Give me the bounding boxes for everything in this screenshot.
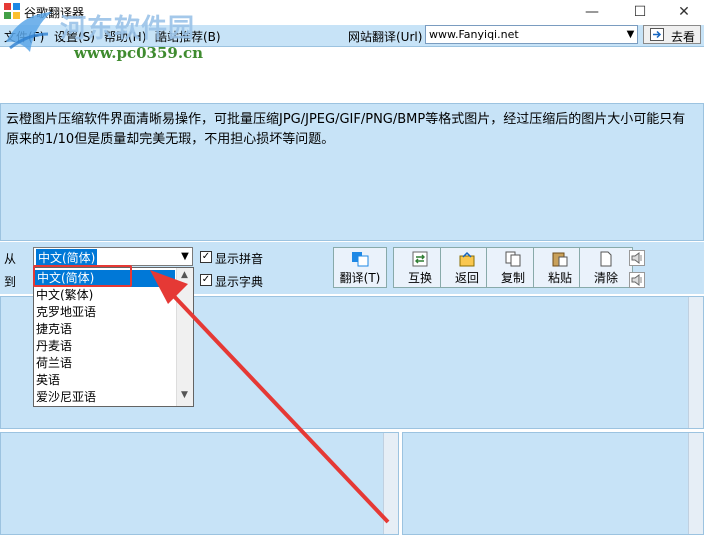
from-language-value: 中文(简体) [36,249,98,266]
chevron-down-icon[interactable]: ▼ [178,248,192,265]
document-icon [600,251,612,267]
copy-button[interactable]: 复制 [486,247,540,288]
paste-icon [552,252,568,267]
maximize-button[interactable]: ☐ [620,0,660,24]
language-option[interactable]: 克罗地亚语 [36,304,96,321]
dictionary-text-area[interactable] [402,432,704,535]
chevron-up-icon[interactable]: ▲ [176,270,193,284]
url-label: 网站翻译(Url) [348,30,423,44]
highlight-box [33,265,132,287]
chevron-down-icon[interactable]: ▼ [176,390,193,404]
show-dict-checkbox[interactable]: ✓ [200,274,212,286]
language-option[interactable]: 捷克语 [36,321,72,338]
go-label: 去看 [671,30,696,44]
result-scrollbar[interactable] [688,297,703,428]
pinyin-scrollbar[interactable] [383,433,398,534]
language-option[interactable]: 爱沙尼亚语 [36,389,96,406]
translate-icon [352,252,369,267]
watermark-title: 河东软件园 [60,14,196,44]
swap-icon [412,251,428,267]
back-icon [459,251,475,267]
translate-label: 翻译(T) [339,271,381,285]
language-option[interactable]: 英语 [36,372,60,389]
swap-button[interactable]: 互换 [393,247,447,288]
dropdown-scrollbar[interactable] [176,268,193,406]
clear-label: 清除 [593,271,618,285]
language-option[interactable]: 中文(繁体) [36,287,93,304]
copy-label: 复制 [500,271,525,285]
url-value: www.Fanyiqi.net [429,28,519,41]
show-pinyin-checkbox[interactable]: ✓ [200,251,212,263]
speaker-icon[interactable] [629,272,645,288]
swap-label: 互换 [407,271,432,285]
show-pinyin-label: 显示拼音 [215,252,264,266]
chevron-down-icon[interactable]: ▼ [624,26,637,43]
watermark-logo [6,12,52,52]
clear-button[interactable]: 清除 [579,247,633,288]
minimize-button[interactable]: — [572,0,612,24]
from-label: 从 [4,252,17,266]
language-option[interactable]: 荷兰语 [36,355,72,372]
language-option[interactable]: 丹麦语 [36,338,72,355]
watermark-url: www.pc0359.cn [74,44,204,62]
source-text: 云橙图片压缩软件界面清晰易操作，可批量压缩JPG/JPEG/GIF/PNG/BM… [6,112,686,147]
pinyin-text-area[interactable] [0,432,399,535]
translate-button[interactable]: 翻译(T) [333,247,387,288]
to-label: 到 [4,275,17,289]
show-dict-label: 显示字典 [215,275,264,289]
dictionary-scrollbar[interactable] [688,433,703,534]
copy-icon [505,251,521,267]
close-button[interactable]: ✕ [664,0,704,24]
go-icon [650,28,664,41]
speaker-icon[interactable] [629,250,645,266]
